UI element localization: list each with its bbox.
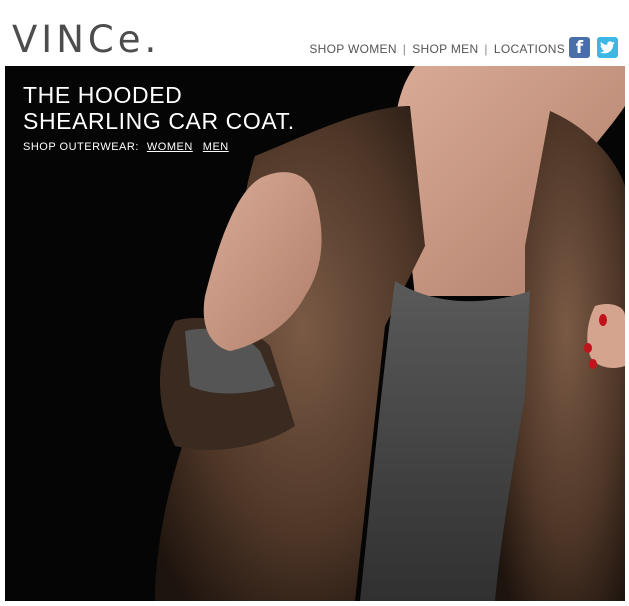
shop-women-link[interactable]: WOMEN xyxy=(147,141,193,153)
shop-outerwear: SHOP OUTERWEAR: WOMEN MEN xyxy=(23,141,229,153)
headline-line-1: THE HOODED xyxy=(23,82,183,108)
hero-banner[interactable]: THE HOODED SHEARLING CAR COAT. SHOP OUTE… xyxy=(5,66,625,601)
twitter-bird-icon xyxy=(600,41,615,54)
shop-outerwear-label: SHOP OUTERWEAR: xyxy=(23,141,139,153)
nail-polish xyxy=(589,359,597,369)
vince-logo[interactable]: VINCe. xyxy=(12,18,160,61)
shop-men-link[interactable]: MEN xyxy=(203,141,229,153)
nail-polish xyxy=(599,314,607,326)
hero-headline: THE HOODED SHEARLING CAR COAT. xyxy=(23,82,295,134)
facebook-glyph: f xyxy=(575,37,584,58)
nav-divider: | xyxy=(402,42,407,56)
nail-polish xyxy=(584,343,592,353)
nav-shop-men[interactable]: SHOP MEN xyxy=(412,42,478,56)
header: VINCe. SHOP WOMEN | SHOP MEN | LOCATIONS f xyxy=(0,0,629,66)
top-nav: SHOP WOMEN | SHOP MEN | LOCATIONS xyxy=(309,42,565,56)
facebook-icon[interactable]: f xyxy=(569,37,590,58)
twitter-icon[interactable] xyxy=(597,37,618,58)
nav-locations[interactable]: LOCATIONS xyxy=(494,42,565,56)
headline-line-2: SHEARLING CAR COAT. xyxy=(23,108,295,134)
model-fingers xyxy=(587,304,625,368)
nav-divider: | xyxy=(484,42,488,56)
nav-shop-women[interactable]: SHOP WOMEN xyxy=(309,42,396,56)
